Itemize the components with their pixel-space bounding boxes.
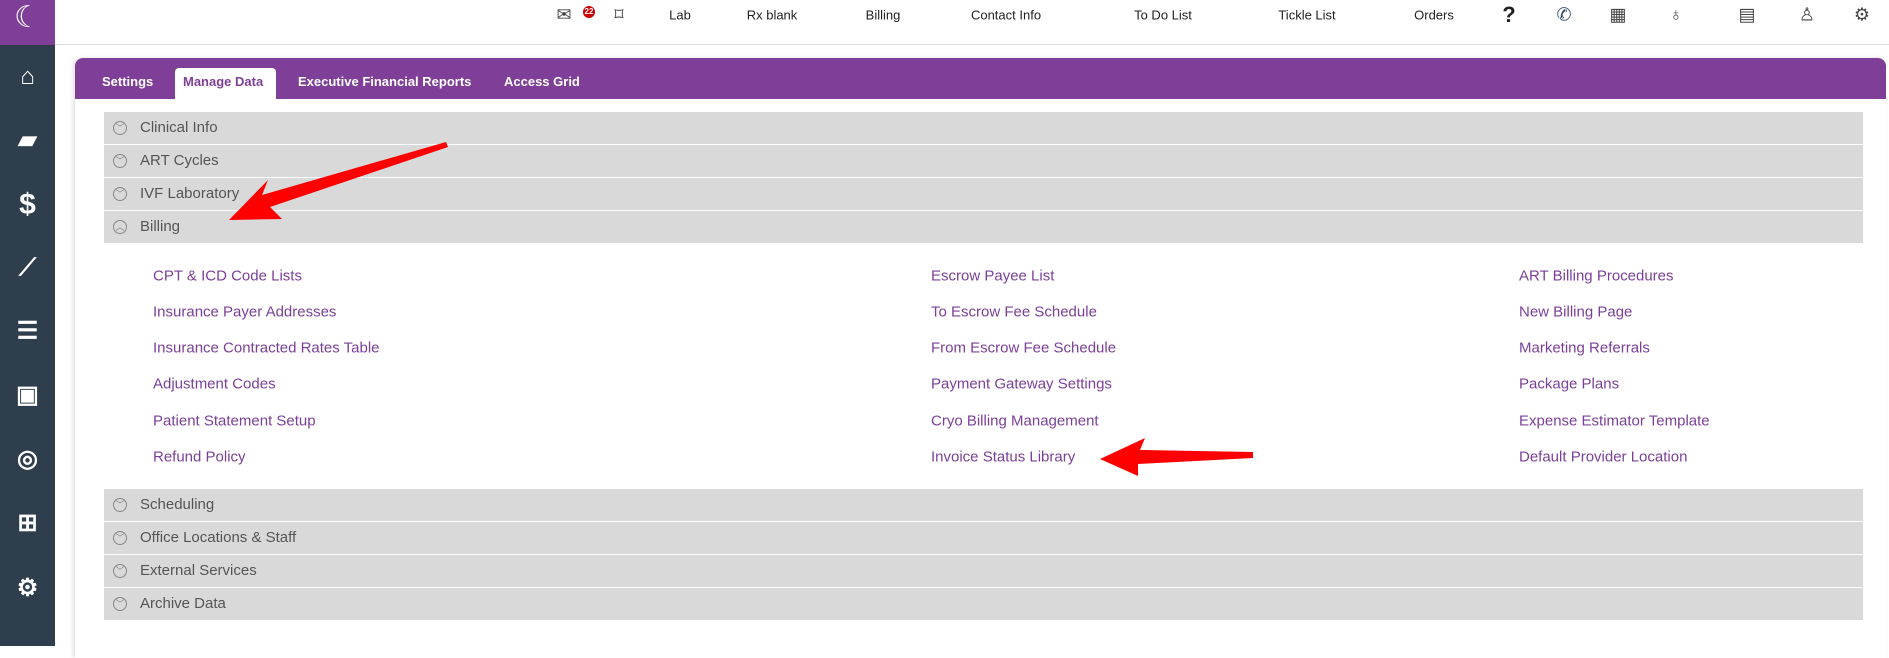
billing-link-escrow-payee-list[interactable]: Escrow Payee List <box>931 268 1054 285</box>
nav-billing[interactable]: Billing <box>866 8 901 23</box>
nav-to-do-list[interactable]: To Do List <box>1134 8 1192 23</box>
billing-link-cryo-billing-management[interactable]: Cryo Billing Management <box>931 413 1099 430</box>
billing-link-package-plans[interactable]: Package Plans <box>1519 376 1619 393</box>
billing-link-to-escrow-fee-schedule[interactable]: To Escrow Fee Schedule <box>931 304 1097 321</box>
section-archive-data[interactable]: ﹀ Archive Data <box>104 588 1863 620</box>
chevron-down-icon: ﹀ <box>113 531 127 545</box>
billing-link-refund-policy[interactable]: Refund Policy <box>153 449 246 466</box>
nav-contact-info[interactable]: Contact Info <box>971 8 1041 23</box>
tab-settings[interactable]: Settings <box>94 71 161 99</box>
tab-access-grid[interactable]: Access Grid <box>496 71 588 99</box>
billing-link-invoice-status-library[interactable]: Invoice Status Library <box>931 449 1075 466</box>
tab-bar: Settings Manage Data Executive Financial… <box>75 58 1886 99</box>
nav-orders[interactable]: Orders <box>1414 8 1454 23</box>
section-billing[interactable]: ︿ Billing <box>104 211 1863 243</box>
section-label: Clinical Info <box>140 119 218 136</box>
settings-gears-icon[interactable]: ⚙ <box>0 574 55 603</box>
magic-wand-icon[interactable]: ⟋ <box>0 254 55 282</box>
section-label: Archive Data <box>140 595 226 612</box>
billing-link-patient-statement-setup[interactable]: Patient Statement Setup <box>153 413 316 430</box>
monitor-plus-icon[interactable]: ⊞ <box>0 509 55 538</box>
section-label: Billing <box>140 218 181 235</box>
stethoscope-icon[interactable]: ♁ <box>1669 5 1683 26</box>
tab-manage-data[interactable]: Manage Data <box>175 68 276 99</box>
billing-link-from-escrow-fee-schedule[interactable]: From Escrow Fee Schedule <box>931 340 1116 357</box>
sidebar: ☾ ⌂ ▰ $ ⟋ ☰ ▣ ◎ ⊞ ⚙ <box>0 0 55 646</box>
chevron-down-icon: ﹀ <box>113 597 127 611</box>
billing-link-insurance-contracted-rates-table[interactable]: Insurance Contracted Rates Table <box>153 340 380 357</box>
chevron-down-icon: ﹀ <box>113 564 127 578</box>
mail-badge: 22 <box>583 6 595 18</box>
section-art-cycles[interactable]: ﹀ ART Cycles <box>104 145 1863 177</box>
tab-executive-financial-reports[interactable]: Executive Financial Reports <box>290 71 479 99</box>
section-clinical-info[interactable]: ﹀ Clinical Info <box>104 112 1863 144</box>
settings-icon[interactable]: ⚙ <box>1854 5 1870 26</box>
checklist-icon[interactable]: ☰ <box>0 317 55 346</box>
chevron-down-icon: ﹀ <box>113 121 127 135</box>
section-label: Office Locations & Staff <box>140 529 297 546</box>
nav-lab[interactable]: Lab <box>669 8 691 23</box>
calendar-icon[interactable]: ▣ <box>0 381 55 410</box>
mail-icon[interactable]: ✉ <box>556 5 571 26</box>
billing-link-insurance-payer-addresses[interactable]: Insurance Payer Addresses <box>153 304 336 321</box>
nav-rx-blank[interactable]: Rx blank <box>747 8 798 23</box>
billing-link-adjustment-codes[interactable]: Adjustment Codes <box>153 376 276 393</box>
section-external-services[interactable]: ﹀ External Services <box>104 555 1863 587</box>
folder-icon[interactable]: ▰ <box>0 126 55 155</box>
logo[interactable]: ☾ <box>0 0 55 45</box>
help-icon[interactable]: ? <box>1502 2 1515 28</box>
section-label: Scheduling <box>140 496 215 513</box>
dollar-icon[interactable]: $ <box>0 188 55 222</box>
nav-tickle-list[interactable]: Tickle List <box>1278 8 1335 23</box>
section-label: IVF Laboratory <box>140 185 240 202</box>
billing-link-cpt-icd-code-lists[interactable]: CPT & ICD Code Lists <box>153 268 302 285</box>
billing-link-default-provider-location[interactable]: Default Provider Location <box>1519 449 1687 466</box>
billing-link-marketing-referrals[interactable]: Marketing Referrals <box>1519 340 1650 357</box>
section-label: External Services <box>140 562 257 579</box>
billing-link-new-billing-page[interactable]: New Billing Page <box>1519 304 1632 321</box>
embryo-icon[interactable]: ◎ <box>0 445 55 474</box>
section-ivf-laboratory[interactable]: ﹀ IVF Laboratory <box>104 178 1863 210</box>
chevron-down-icon: ﹀ <box>113 187 127 201</box>
calendar-clipboard-icon[interactable]: ▦ <box>1609 5 1626 26</box>
billing-link-expense-estimator-template[interactable]: Expense Estimator Template <box>1519 413 1710 430</box>
clipboard-icon[interactable]: ▤ <box>1738 5 1755 26</box>
microscope-icon[interactable]: ♙ <box>1799 5 1815 26</box>
section-scheduling[interactable]: ﹀ Scheduling <box>104 489 1863 521</box>
billing-link-art-billing-procedures[interactable]: ART Billing Procedures <box>1519 268 1674 285</box>
chevron-up-icon: ︿ <box>113 220 127 234</box>
section-label: ART Cycles <box>140 152 219 169</box>
home-icon[interactable]: ⌂ <box>0 63 55 91</box>
billing-link-payment-gateway-settings[interactable]: Payment Gateway Settings <box>931 376 1112 393</box>
section-office-locations-staff[interactable]: ﹀ Office Locations & Staff <box>104 522 1863 554</box>
phone-icon[interactable]: ✆ <box>1556 5 1571 26</box>
chevron-down-icon: ﹀ <box>113 154 127 168</box>
bookmark-icon[interactable]: ⌑ <box>614 5 623 26</box>
chevron-down-icon: ﹀ <box>113 498 127 512</box>
